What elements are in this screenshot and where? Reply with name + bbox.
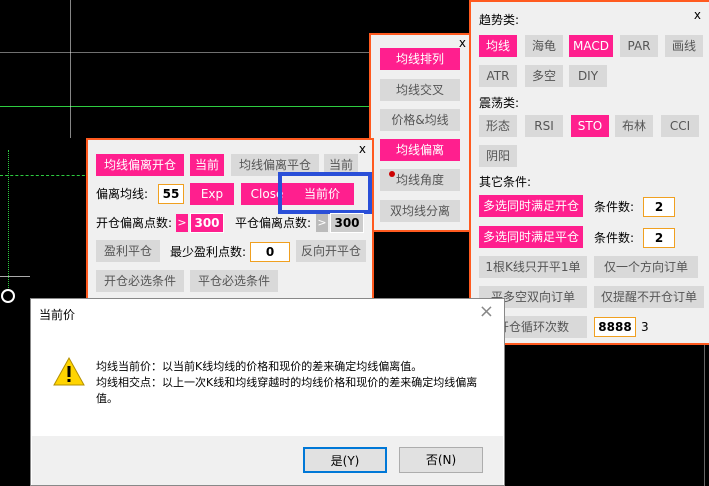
cond-open-field[interactable]: 2 bbox=[643, 197, 675, 217]
turtle-button[interactable]: 海龟 bbox=[525, 35, 563, 57]
remind-only-button[interactable]: 仅提醒不开仓订单 bbox=[594, 286, 704, 308]
cursor-icon bbox=[389, 171, 395, 177]
profit-close-button[interactable]: 盈利平仓 bbox=[96, 240, 160, 262]
warning-icon bbox=[53, 356, 85, 386]
chart-marker-icon bbox=[1, 289, 15, 303]
rsi-button[interactable]: RSI bbox=[525, 115, 563, 137]
close-points-field[interactable]: 300 bbox=[330, 213, 364, 233]
open-points-label: 开仓偏离点数: bbox=[96, 216, 173, 230]
chart-gridline bbox=[0, 276, 30, 277]
close-icon[interactable]: x bbox=[694, 9, 701, 21]
ma-button[interactable]: 均线 bbox=[479, 35, 517, 57]
cond-close-label: 条件数: bbox=[594, 231, 635, 245]
oscillator-label: 震荡类: bbox=[479, 96, 520, 110]
sto-button[interactable]: STO bbox=[571, 115, 609, 137]
one-direction-button[interactable]: 仅一个方向订单 bbox=[594, 256, 698, 278]
one-k-button[interactable]: 1根K线只开平1单 bbox=[479, 256, 587, 278]
open-required-button[interactable]: 开仓必选条件 bbox=[96, 270, 184, 292]
reverse-open-button[interactable]: 反向开平仓 bbox=[296, 240, 366, 262]
min-profit-label: 最少盈利点数: bbox=[170, 245, 247, 259]
cond-close-field[interactable]: 2 bbox=[643, 228, 675, 248]
bollinger-button[interactable]: 布林 bbox=[615, 115, 653, 137]
multi-open-button[interactable]: 多选同时满足开仓 bbox=[479, 195, 583, 217]
chart-gridline bbox=[0, 175, 90, 177]
mid-panel: x 均线排列 均线交叉 价格&均线 均线偏离 均线角度 双均线分离 bbox=[369, 33, 473, 232]
close-points-label: 平仓偏离点数: bbox=[235, 216, 312, 230]
close-points-chevron-icon[interactable]: > bbox=[316, 214, 328, 232]
dialog-message-line-1: 均线当前价：以当前K线均线的价格和现价的差来确定均线偏离值。 bbox=[96, 360, 423, 373]
open-points-field[interactable]: 300 bbox=[190, 213, 224, 233]
multi-close-button[interactable]: 多选同时满足平仓 bbox=[479, 226, 583, 248]
long-short-button[interactable]: 多空 bbox=[525, 65, 563, 87]
current-open-button[interactable]: 当前 bbox=[190, 154, 224, 176]
current-price-button[interactable]: 当前价 bbox=[290, 183, 354, 205]
cci-button[interactable]: CCI bbox=[661, 115, 699, 137]
ma-arrange-button[interactable]: 均线排列 bbox=[380, 48, 460, 70]
left-panel: x 均线偏离开仓 当前 均线偏离平仓 当前 偏离均线: 55 Exp Close… bbox=[86, 138, 374, 300]
cond-open-label: 条件数: bbox=[594, 200, 635, 214]
par-button[interactable]: PAR bbox=[620, 35, 658, 57]
other-conditions-label: 其它条件: bbox=[479, 175, 532, 189]
ma-deviation-open-button[interactable]: 均线偏离开仓 bbox=[96, 154, 184, 176]
no-button[interactable]: 否(N) bbox=[399, 447, 483, 473]
chart-gridline bbox=[0, 52, 372, 53]
exp-button[interactable]: Exp bbox=[190, 183, 234, 205]
dialog-title: 当前价 bbox=[39, 308, 76, 322]
yin-yang-button[interactable]: 阴阳 bbox=[479, 145, 517, 167]
yes-button[interactable]: 是(Y) bbox=[303, 447, 387, 473]
macd-button[interactable]: MACD bbox=[569, 35, 613, 57]
close-required-button[interactable]: 平仓必选条件 bbox=[190, 270, 278, 292]
ma-deviation-button[interactable]: 均线偏离 bbox=[380, 139, 460, 161]
right-panel: x 趋势类: 均线 海龟 MACD PAR 画线 ATR 多空 DIY 震荡类:… bbox=[469, 0, 709, 345]
chart-gridline bbox=[70, 0, 71, 138]
diy-button[interactable]: DIY bbox=[569, 65, 607, 87]
pattern-button[interactable]: 形态 bbox=[479, 115, 517, 137]
loop-count-field[interactable]: 8888 bbox=[594, 317, 636, 337]
chart-gridline bbox=[0, 106, 372, 107]
chart-gridline bbox=[8, 150, 10, 290]
atr-button[interactable]: ATR bbox=[479, 65, 517, 87]
dual-ma-separation-button[interactable]: 双均线分离 bbox=[380, 200, 460, 222]
draw-line-button[interactable]: 画线 bbox=[665, 35, 703, 57]
close-icon[interactable]: x bbox=[359, 143, 366, 155]
dialog-window: 当前价 × 均线当前价：以当前K线均线的价格和现价的差来确定均线偏离值。 均线相… bbox=[30, 298, 505, 486]
loop-count-value: 3 bbox=[641, 320, 649, 334]
close-icon[interactable]: × bbox=[479, 303, 494, 321]
trend-label: 趋势类: bbox=[479, 13, 520, 27]
min-profit-field[interactable]: 0 bbox=[250, 242, 290, 262]
deviation-ma-label: 偏离均线: bbox=[96, 187, 149, 201]
dialog-message-line-2: 均线相交点：以上一次K线和均线穿越时的均线价格和现价的差来确定均线偏离值。 bbox=[96, 376, 478, 405]
ma-cross-button[interactable]: 均线交叉 bbox=[380, 79, 460, 101]
open-points-chevron-icon[interactable]: > bbox=[176, 214, 188, 232]
deviation-ma-field[interactable]: 55 bbox=[158, 184, 184, 204]
price-ma-button[interactable]: 价格&均线 bbox=[380, 109, 460, 131]
